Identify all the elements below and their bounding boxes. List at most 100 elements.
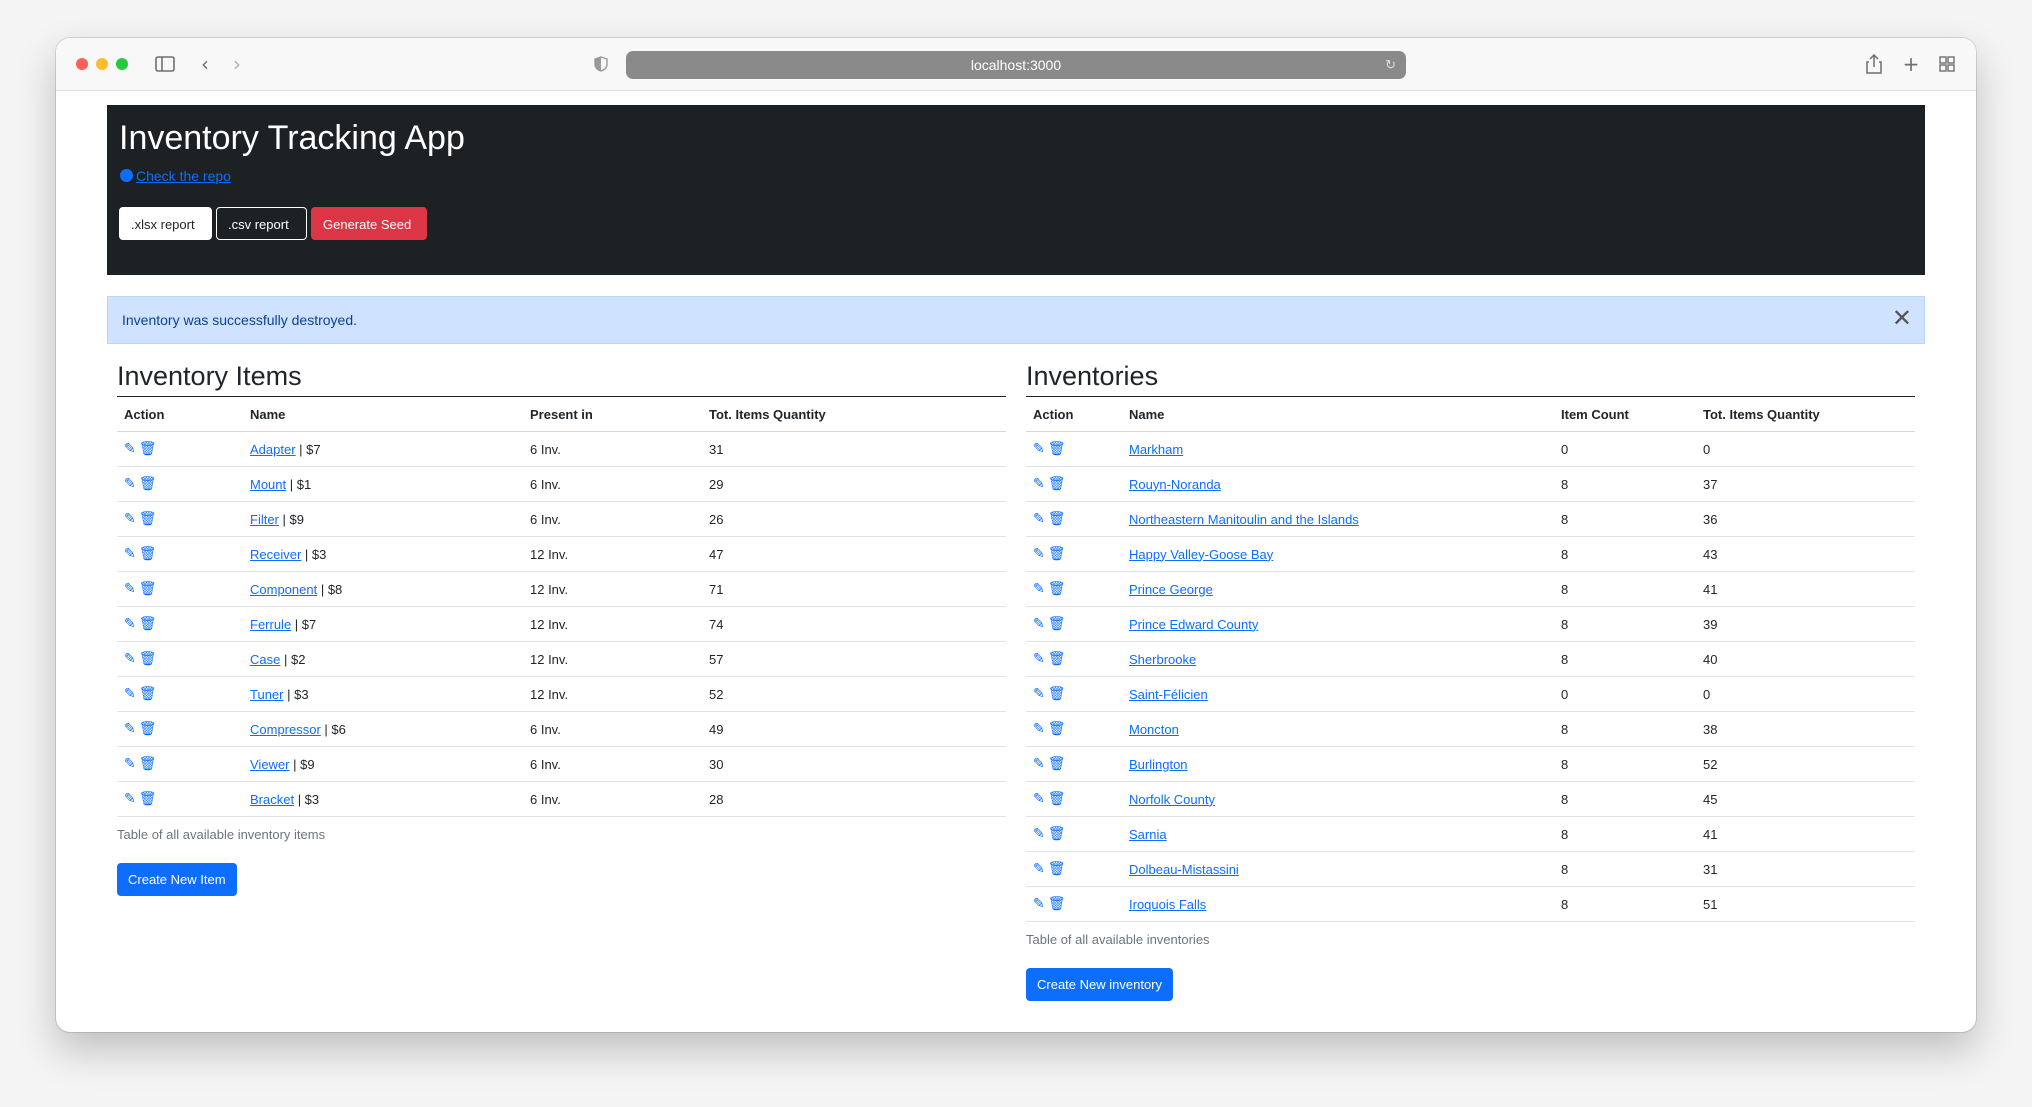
- trash-icon[interactable]: 🗑: [139, 546, 157, 562]
- trash-icon[interactable]: 🗑: [139, 686, 157, 702]
- trash-icon[interactable]: 🗑: [139, 581, 157, 597]
- inventory-link[interactable]: Norfolk County: [1129, 792, 1215, 807]
- action-cell: ✎ 🗑: [1026, 606, 1122, 642]
- trash-icon[interactable]: 🗑: [139, 651, 157, 667]
- back-icon[interactable]: ‹: [192, 51, 218, 77]
- edit-icon[interactable]: ✎: [124, 511, 136, 527]
- edit-icon[interactable]: ✎: [1033, 686, 1045, 702]
- item-link[interactable]: Ferrule: [250, 617, 291, 632]
- trash-icon[interactable]: 🗑: [1048, 651, 1066, 667]
- column-header: Present in: [523, 396, 702, 432]
- item-link[interactable]: Bracket: [250, 792, 294, 807]
- trash-icon[interactable]: 🗑: [1048, 686, 1066, 702]
- minimize-window-button[interactable]: [96, 58, 108, 70]
- item-link[interactable]: Component: [250, 582, 317, 597]
- inventory-link[interactable]: Prince George: [1129, 582, 1213, 597]
- inventory-link[interactable]: Iroquois Falls: [1129, 897, 1206, 912]
- inventory-link[interactable]: Dolbeau-Mistassini: [1129, 862, 1239, 877]
- inventory-link[interactable]: Prince Edward County: [1129, 617, 1258, 632]
- address-bar[interactable]: localhost:3000 ↻: [626, 51, 1406, 79]
- shield-icon[interactable]: [588, 51, 614, 77]
- edit-icon[interactable]: ✎: [124, 756, 136, 772]
- inventory-link[interactable]: Saint-Félicien: [1129, 687, 1208, 702]
- present-in-cell: 12 Inv.: [523, 676, 702, 712]
- create-inventory-button[interactable]: Create New inventory: [1026, 968, 1173, 1001]
- trash-icon[interactable]: 🗑: [1048, 616, 1066, 632]
- trash-icon[interactable]: 🗑: [1048, 721, 1066, 737]
- item-link[interactable]: Case: [250, 652, 280, 667]
- edit-icon[interactable]: ✎: [1033, 476, 1045, 492]
- edit-icon[interactable]: ✎: [1033, 581, 1045, 597]
- edit-icon[interactable]: ✎: [124, 686, 136, 702]
- edit-icon[interactable]: ✎: [124, 581, 136, 597]
- edit-icon[interactable]: ✎: [124, 651, 136, 667]
- edit-icon[interactable]: ✎: [1033, 546, 1045, 562]
- edit-icon[interactable]: ✎: [124, 721, 136, 737]
- edit-icon[interactable]: ✎: [1033, 511, 1045, 527]
- edit-icon[interactable]: ✎: [1033, 826, 1045, 842]
- xlsx-report-button[interactable]: .xlsx report: [119, 207, 212, 240]
- generate-seed-button[interactable]: Generate Seed: [311, 207, 427, 240]
- item-link[interactable]: Receiver: [250, 547, 301, 562]
- close-window-button[interactable]: [76, 58, 88, 70]
- inventory-link[interactable]: Northeastern Manitoulin and the Islands: [1129, 512, 1359, 527]
- reload-icon[interactable]: ↻: [1385, 51, 1396, 79]
- present-in-cell: 6 Inv.: [523, 501, 702, 537]
- tabs-overview-icon[interactable]: [1934, 51, 1960, 77]
- trash-icon[interactable]: 🗑: [139, 756, 157, 772]
- csv-report-button[interactable]: .csv report: [216, 207, 307, 240]
- edit-icon[interactable]: ✎: [124, 791, 136, 807]
- share-icon[interactable]: [1861, 51, 1887, 77]
- edit-icon[interactable]: ✎: [124, 616, 136, 632]
- trash-icon[interactable]: 🗑: [1048, 756, 1066, 772]
- edit-icon[interactable]: ✎: [124, 476, 136, 492]
- trash-icon[interactable]: 🗑: [1048, 896, 1066, 912]
- trash-icon[interactable]: 🗑: [139, 791, 157, 807]
- trash-icon[interactable]: 🗑: [1048, 826, 1066, 842]
- trash-icon[interactable]: 🗑: [139, 616, 157, 632]
- inventory-link[interactable]: Happy Valley-Goose Bay: [1129, 547, 1273, 562]
- trash-icon[interactable]: 🗑: [1048, 546, 1066, 562]
- trash-icon[interactable]: 🗑: [139, 511, 157, 527]
- column-header: Item Count: [1554, 396, 1696, 432]
- trash-icon[interactable]: 🗑: [1048, 511, 1066, 527]
- edit-icon[interactable]: ✎: [124, 546, 136, 562]
- repo-link[interactable]: Check the repo: [120, 168, 231, 184]
- inventory-link[interactable]: Sarnia: [1129, 827, 1167, 842]
- trash-icon[interactable]: 🗑: [1048, 441, 1066, 457]
- edit-icon[interactable]: ✎: [1033, 441, 1045, 457]
- item-link[interactable]: Viewer: [250, 757, 290, 772]
- edit-icon[interactable]: ✎: [1033, 896, 1045, 912]
- trash-icon[interactable]: 🗑: [1048, 476, 1066, 492]
- inventory-link[interactable]: Burlington: [1129, 757, 1188, 772]
- trash-icon[interactable]: 🗑: [1048, 581, 1066, 597]
- edit-icon[interactable]: ✎: [124, 441, 136, 457]
- trash-icon[interactable]: 🗑: [1048, 861, 1066, 877]
- edit-icon[interactable]: ✎: [1033, 616, 1045, 632]
- zoom-window-button[interactable]: [116, 58, 128, 70]
- close-icon[interactable]: ✕: [1892, 297, 1912, 341]
- item-count-cell: 8: [1554, 746, 1696, 782]
- item-link[interactable]: Tuner: [250, 687, 283, 702]
- edit-icon[interactable]: ✎: [1033, 861, 1045, 877]
- inventory-link[interactable]: Sherbrooke: [1129, 652, 1196, 667]
- inventory-link[interactable]: Markham: [1129, 442, 1183, 457]
- edit-icon[interactable]: ✎: [1033, 721, 1045, 737]
- forward-icon[interactable]: ›: [224, 51, 250, 77]
- inventory-link[interactable]: Rouyn-Noranda: [1129, 477, 1221, 492]
- item-link[interactable]: Mount: [250, 477, 286, 492]
- trash-icon[interactable]: 🗑: [1048, 791, 1066, 807]
- trash-icon[interactable]: 🗑: [139, 441, 157, 457]
- edit-icon[interactable]: ✎: [1033, 791, 1045, 807]
- trash-icon[interactable]: 🗑: [139, 476, 157, 492]
- inventory-link[interactable]: Moncton: [1129, 722, 1179, 737]
- item-link[interactable]: Filter: [250, 512, 279, 527]
- create-item-button[interactable]: Create New Item: [117, 863, 237, 896]
- trash-icon[interactable]: 🗑: [139, 721, 157, 737]
- edit-icon[interactable]: ✎: [1033, 651, 1045, 667]
- edit-icon[interactable]: ✎: [1033, 756, 1045, 772]
- item-link[interactable]: Adapter: [250, 442, 296, 457]
- sidebar-icon[interactable]: [152, 51, 178, 77]
- item-link[interactable]: Compressor: [250, 722, 321, 737]
- new-tab-icon[interactable]: +: [1898, 51, 1924, 77]
